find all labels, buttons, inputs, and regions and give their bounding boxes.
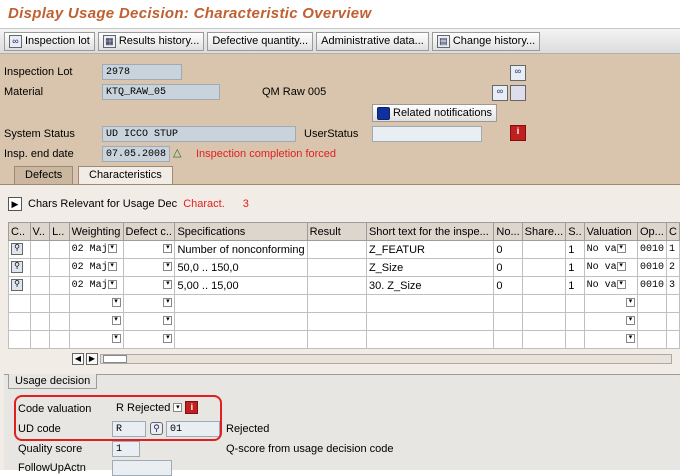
header-area: Inspection Lot 2978 ∞ Material KTQ_RAW_0… xyxy=(0,54,680,164)
dropdown-icon[interactable]: ▾ xyxy=(625,315,635,325)
dropdown-icon[interactable]: ▾ xyxy=(111,333,121,343)
material-label: Material xyxy=(4,86,44,98)
dropdown-icon[interactable]: ▾ xyxy=(625,333,635,343)
ud-code-text: Rejected xyxy=(226,423,270,435)
document-icon[interactable] xyxy=(510,85,526,101)
expand-icon[interactable]: ▶ xyxy=(8,197,22,211)
inspection-lot-button[interactable]: ∞ Inspection lot xyxy=(4,31,95,51)
horizontal-scrollbar[interactable]: ◀ ▶ xyxy=(72,353,672,365)
table-row: ⚲ 02 Maj ▾ ▾ 5,00 .. 15,00 30. Z_Size 0 1… xyxy=(8,276,680,295)
dropdown-icon[interactable]: ▾ xyxy=(625,297,635,307)
qscore-text: Q-score from usage decision code xyxy=(226,443,394,455)
system-status-label: System Status xyxy=(4,128,75,140)
magnifier-icon[interactable]: ⚲ xyxy=(11,279,23,292)
glasses-icon[interactable]: ∞ xyxy=(492,85,508,101)
chars-relevant-label: Chars Relevant for Usage Dec xyxy=(28,198,178,210)
inspection-lot-label: Inspection Lot xyxy=(4,66,73,78)
dropdown-icon[interactable]: ▾ xyxy=(163,279,173,289)
follow-up-action-field[interactable] xyxy=(112,460,172,476)
inspection-lot-field[interactable]: 2978 xyxy=(102,64,182,80)
charact-label: Charact. xyxy=(183,198,225,210)
insp-end-date-label: Insp. end date xyxy=(4,148,74,160)
col-specifications[interactable]: Specifications xyxy=(174,222,308,241)
dropdown-icon[interactable]: ▾ xyxy=(163,333,173,343)
col-share[interactable]: Share... xyxy=(521,222,567,241)
follow-up-action-label: FollowUpActn xyxy=(18,462,86,474)
user-status-label: UserStatus xyxy=(304,128,359,140)
dropdown-icon[interactable]: ▾ xyxy=(107,261,117,271)
col-no[interactable]: No... xyxy=(493,222,523,241)
notification-icon xyxy=(377,106,390,120)
table-row: ⚲ 02 Maj ▾ ▾ Number of nonconforming Z_FE… xyxy=(8,240,680,259)
dropdown-icon[interactable]: ▾ xyxy=(616,261,626,271)
history-icon: ▦ xyxy=(102,34,116,48)
table-header-row: C.. V.. L.. Weighting Defect c.. Specifi… xyxy=(8,222,680,241)
col-v[interactable]: V.. xyxy=(29,222,51,241)
dropdown-icon[interactable]: ▾ xyxy=(163,243,173,253)
tab-bar: Defects Characteristics xyxy=(0,164,680,184)
dropdown-icon[interactable]: ▾ xyxy=(163,261,173,271)
table-row: ▾ ▾ ▾ xyxy=(8,294,680,313)
dropdown-icon[interactable]: ▾ xyxy=(163,297,173,307)
scroll-track[interactable] xyxy=(100,354,672,364)
administrative-data-button[interactable]: Administrative data... xyxy=(316,31,429,51)
completion-message: Inspection completion forced xyxy=(196,148,337,160)
table-row: ▾ ▾ ▾ xyxy=(8,330,680,349)
usage-decision-title: Usage decision xyxy=(8,374,98,389)
col-weighting[interactable]: Weighting xyxy=(68,222,124,241)
col-c[interactable]: C.. xyxy=(8,222,31,241)
table-row: ▾ ▾ ▾ xyxy=(8,312,680,331)
scroll-thumb[interactable] xyxy=(103,355,127,363)
characteristics-table: C.. V.. L.. Weighting Defect c.. Specifi… xyxy=(8,222,680,349)
charact-count: 3 xyxy=(242,198,249,210)
scroll-left-icon[interactable]: ◀ xyxy=(72,353,84,365)
magnifier-icon[interactable]: ⚲ xyxy=(11,243,23,256)
col-result[interactable]: Result xyxy=(306,222,367,241)
glasses-icon: ∞ xyxy=(9,34,22,48)
results-history-button[interactable]: ▦ Results history... xyxy=(97,31,205,51)
defective-quantity-button[interactable]: Defective quantity... xyxy=(207,31,314,51)
document-icon: ▤ xyxy=(436,34,450,48)
col-short-text[interactable]: Short text for the inspe... xyxy=(365,222,495,241)
window-title: Display Usage Decision: Characteristic O… xyxy=(8,5,372,22)
related-notifications-button[interactable]: Related notifications xyxy=(372,104,498,122)
quality-score-field[interactable]: 1 xyxy=(112,441,140,457)
warning-icon: △ xyxy=(173,147,182,159)
tab-defects[interactable]: Defects xyxy=(14,166,74,184)
dropdown-icon[interactable]: ▾ xyxy=(111,315,121,325)
col-c2[interactable]: C xyxy=(665,222,680,241)
dropdown-icon[interactable]: ▾ xyxy=(616,243,626,253)
material-description: QM Raw 005 xyxy=(262,86,327,98)
col-defect-code[interactable]: Defect c.. xyxy=(122,222,176,241)
insp-end-date-field[interactable]: 07.05.2008 xyxy=(102,146,170,162)
col-s[interactable]: S.. xyxy=(565,222,585,241)
tab-characteristics[interactable]: Characteristics xyxy=(78,166,173,184)
dropdown-icon[interactable]: ▾ xyxy=(107,279,117,289)
dropdown-icon[interactable]: ▾ xyxy=(163,315,173,325)
info-icon[interactable]: i xyxy=(510,125,526,141)
scroll-right-icon[interactable]: ▶ xyxy=(86,353,98,365)
material-field[interactable]: KTQ_RAW_05 xyxy=(102,84,220,100)
change-history-button[interactable]: ▤ Change history... xyxy=(431,31,541,51)
application-toolbar: ∞ Inspection lot ▦ Results history... Defe… xyxy=(0,28,680,54)
system-status-field[interactable]: UD ICCO STUP xyxy=(102,126,296,142)
highlight-annotation xyxy=(14,395,222,441)
dropdown-icon[interactable]: ▾ xyxy=(111,297,121,307)
col-op[interactable]: Op... xyxy=(636,222,667,241)
dropdown-icon[interactable]: ▾ xyxy=(107,243,117,253)
quality-score-label: Quality score xyxy=(18,443,83,455)
user-status-field[interactable] xyxy=(372,126,482,142)
col-valuation[interactable]: Valuation xyxy=(583,222,638,241)
col-l[interactable]: L.. xyxy=(49,222,70,241)
dropdown-icon[interactable]: ▾ xyxy=(616,279,626,289)
table-row: ⚲ 02 Maj ▾ ▾ 50,0 .. 150,0 Z_Size 0 1 No … xyxy=(8,258,680,277)
glasses-icon[interactable]: ∞ xyxy=(510,65,526,81)
magnifier-icon[interactable]: ⚲ xyxy=(11,261,23,274)
